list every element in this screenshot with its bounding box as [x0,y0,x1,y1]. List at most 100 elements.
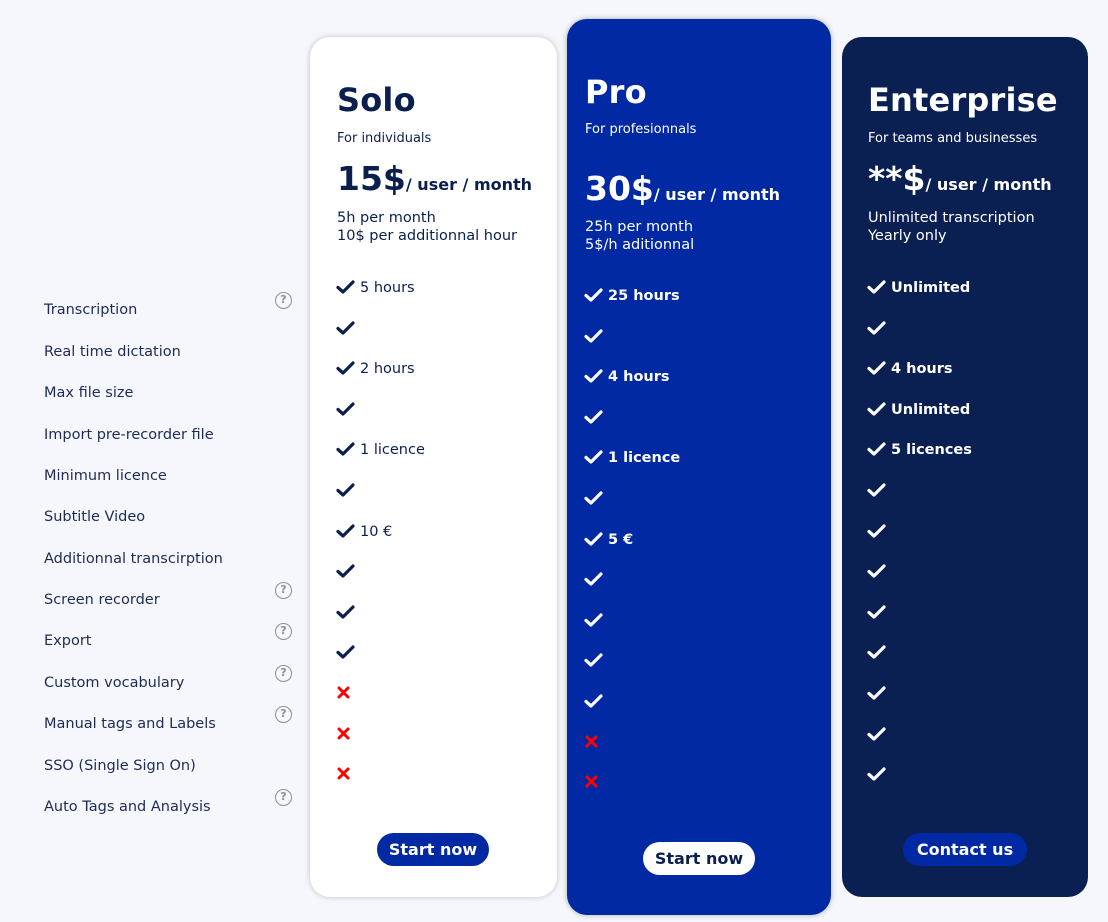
check-icon [867,360,887,378]
feature-value-row [336,481,360,501]
feature-value-row: 25 hours [584,286,680,306]
price-period: / user / month [405,175,533,194]
feature-value-row: 5 hours [336,278,415,298]
cross-icon [336,685,356,703]
feature-value-row: 4 hours [584,367,670,387]
feature-value-row [336,400,360,420]
plan-price: **$/ user / month [868,159,1052,198]
plan-desc-line-1: 25h per month [585,219,694,235]
plan-card-enterprise: Enterprise For teams and businesses **$/… [842,37,1088,897]
help-question-icon[interactable]: ? [275,789,292,806]
feature-label-row: Screen recorder? [44,582,294,612]
feature-value-row [584,651,608,671]
feature-label-row: Transcription? [44,292,294,322]
start-now-button-pro[interactable]: Start now [643,842,755,875]
help-question-icon[interactable]: ? [275,706,292,723]
check-icon [336,360,356,378]
feature-value-row [584,570,608,590]
feature-label: Auto Tags and Analysis [44,799,211,815]
feature-label: Manual tags and Labels [44,716,216,732]
plan-description: Unlimited transcription Yearly only [868,209,1035,245]
feature-value-row [336,643,360,663]
feature-value-row [584,611,608,631]
feature-value-row: 5 € [584,530,633,550]
check-icon [867,523,887,541]
check-icon [584,490,604,508]
contact-us-button[interactable]: Contact us [903,833,1027,866]
feature-value-row: 5 licences [867,440,972,460]
feature-label: Transcription [44,302,138,318]
check-icon [584,652,604,670]
feature-label-row: Custom vocabulary? [44,665,294,695]
price-amount: 15$ [337,159,406,198]
cross-icon [336,766,356,784]
plan-desc-line-2: Yearly only [868,228,947,244]
feature-value-row: 2 hours [336,359,415,379]
help-question-icon[interactable]: ? [275,292,292,309]
plan-name: Pro [585,73,647,111]
check-icon [584,449,604,467]
feature-value-row [867,643,891,663]
feature-value-row: 1 licence [584,448,680,468]
feature-value: 25 hours [608,288,680,304]
feature-value: 2 hours [360,361,415,378]
feature-value-row [584,733,608,753]
check-icon [867,604,887,622]
check-icon [336,644,356,662]
check-icon [336,563,356,581]
check-icon [867,644,887,662]
feature-label-row: Max file size [44,385,294,405]
feature-value-row [336,765,360,785]
feature-value-row [336,319,360,339]
feature-value-row: 1 licence [336,440,425,460]
check-icon [867,441,887,459]
feature-value-row: Unlimited [867,400,970,420]
feature-label-row: Import pre-recorder file [44,427,294,447]
check-icon [336,523,356,541]
feature-value-row [336,603,360,623]
price-period: / user / month [653,185,781,204]
plan-subtitle: For individuals [337,131,432,146]
feature-value-row [584,489,608,509]
feature-label-row: Additionnal transcirption [44,551,294,571]
plan-price: 30$/ user / month [585,169,780,208]
plan-name: Enterprise [868,81,1058,119]
help-question-icon[interactable]: ? [275,665,292,682]
check-icon [336,320,356,338]
feature-value-row [867,562,891,582]
plan-name: Solo [337,81,416,119]
feature-value: 5 licences [891,442,972,459]
check-icon [336,482,356,500]
start-now-button-solo[interactable]: Start now [377,833,489,866]
plan-description: 25h per month 5$/h aditionnal [585,218,694,254]
price-amount: 30$ [585,169,654,208]
help-question-icon[interactable]: ? [275,623,292,640]
check-icon [867,726,887,744]
feature-value: 5 € [608,531,634,548]
feature-value-row [867,522,891,542]
help-question-icon[interactable]: ? [275,582,292,599]
check-icon [336,604,356,622]
feature-label: Real time dictation [44,344,181,360]
feature-label-row: Minimum licence [44,468,294,488]
feature-value-row [867,725,891,745]
feature-value-row: Unlimited [867,278,970,298]
check-icon [584,531,604,549]
feature-value-row [336,725,360,745]
check-icon [584,693,604,711]
check-icon [867,482,887,500]
feature-value-row: 10 € [336,522,392,542]
check-icon [584,571,604,589]
check-icon [867,685,887,703]
feature-label-row: Auto Tags and Analysis? [44,789,294,819]
feature-value: 1 licence [608,450,681,467]
cross-icon [584,774,604,792]
plan-subtitle: For teams and businesses [868,131,1038,146]
feature-value-row [867,481,891,501]
feature-label: Custom vocabulary [44,675,185,691]
feature-label: SSO (Single Sign On) [44,758,196,774]
feature-value: Unlimited [891,401,971,418]
feature-label: Subtitle Video [44,509,146,525]
feature-label-row: Export? [44,623,294,653]
feature-value-row [867,765,891,785]
